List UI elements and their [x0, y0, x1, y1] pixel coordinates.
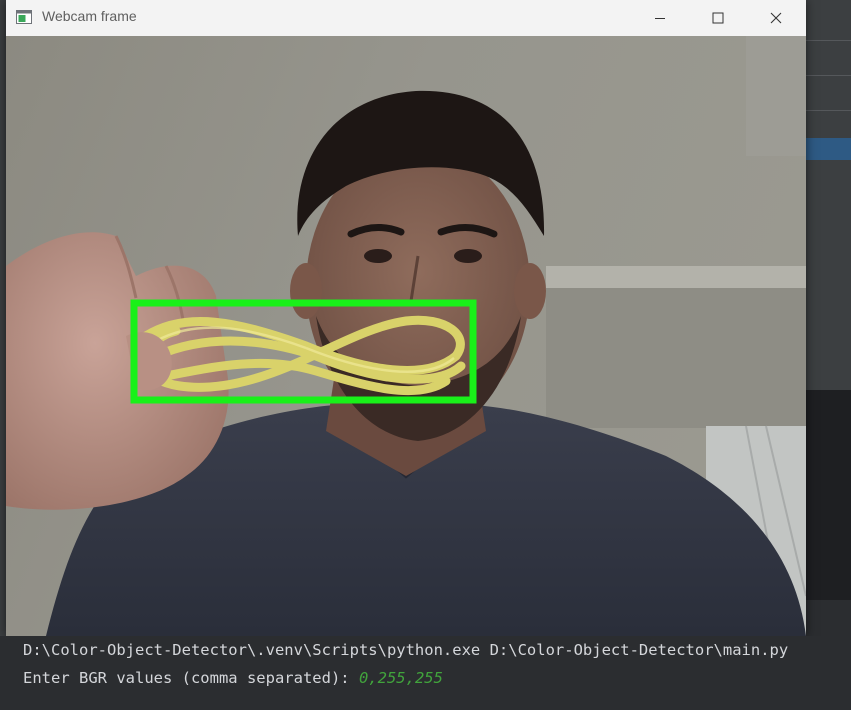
- ide-editor-panel: [806, 390, 851, 600]
- ide-right-panel: [806, 0, 851, 390]
- terminal-prompt: Enter BGR values (comma separated):: [23, 669, 359, 687]
- minimize-icon: [654, 12, 666, 24]
- close-button[interactable]: [747, 0, 805, 36]
- window-title: Webcam frame: [42, 8, 137, 24]
- terminal-command-line: D:\Color-Object-Detector\.venv\Scripts\p…: [23, 641, 789, 659]
- maximize-icon: [712, 12, 724, 24]
- ide-selected-row: [806, 138, 851, 160]
- window-titlebar[interactable]: Webcam frame: [6, 0, 806, 36]
- maximize-button[interactable]: [689, 0, 747, 36]
- terminal-input-value[interactable]: 0,255,255: [359, 669, 443, 687]
- webcam-window: Webcam frame: [6, 0, 806, 636]
- webcam-frame: [6, 36, 806, 636]
- app-icon: [16, 9, 32, 25]
- terminal-prompt-line: Enter BGR values (comma separated): 0,25…: [23, 669, 443, 687]
- close-icon: [770, 12, 782, 24]
- terminal-panel[interactable]: D:\Color-Object-Detector\.venv\Scripts\p…: [0, 636, 851, 710]
- webcam-image: [6, 36, 806, 636]
- minimize-button[interactable]: [631, 0, 689, 36]
